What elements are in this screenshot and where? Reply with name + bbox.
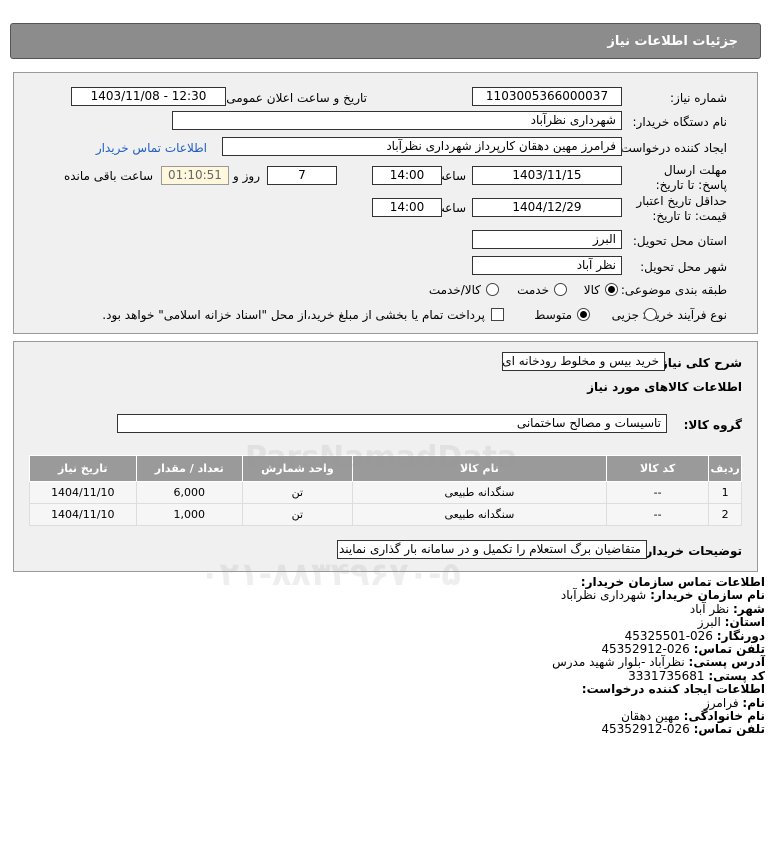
cell-quantity: 1,000 <box>135 503 244 526</box>
creator-label: ایجاد کننده درخواست: <box>616 141 727 155</box>
cell-unit: تن <box>242 503 353 526</box>
buyer-notes-field: متقاضیان برگ استعلام را تکمیل و در سامان… <box>337 540 647 559</box>
address-label: آدرس پستی: <box>688 655 765 670</box>
city-label: شهر محل تحویل: <box>640 260 727 274</box>
col-header-code: کد کالا <box>606 455 710 482</box>
last-name-label: نام خانوادگی: <box>683 709 765 724</box>
process-option-minor: جزیی <box>611 308 639 322</box>
goods-table: ردیف کد کالا نام کالا واحد شمارش تعداد /… <box>29 455 742 526</box>
category-radio-service[interactable] <box>554 283 567 296</box>
group-field: تاسیسات و مصالح ساختمانی <box>117 414 667 433</box>
validity-time-field: 14:00 <box>372 198 442 217</box>
creator-phone-label: تلفن تماس: <box>693 722 765 737</box>
table-row: 1 -- سنگدانه طبیعی تن 6,000 1404/11/10 <box>29 481 742 504</box>
remaining-label: ساعت باقی مانده <box>63 169 153 183</box>
category-radio-goods-service[interactable] <box>486 283 499 296</box>
cell-row-number: 2 <box>708 503 742 526</box>
city-field: نظر آباد <box>472 256 622 275</box>
process-option-medium: متوسط <box>534 308 572 322</box>
deadline-time-field: 14:00 <box>372 166 442 185</box>
need-number-field: 1103005366000037 <box>472 87 622 106</box>
category-option-goods-service: کالا/خدمت <box>428 283 481 297</box>
category-label: طبقه بندی موضوعی: <box>620 283 727 297</box>
contact-province-label: استان: <box>724 615 765 630</box>
col-header-date: تاریخ نیاز <box>29 455 137 482</box>
contact-province: البرز <box>697 615 721 630</box>
cell-date: 1404/11/10 <box>29 481 137 504</box>
days-label: روز و <box>233 169 260 183</box>
buyer-notes-label: توضیحات خریدار: <box>640 544 742 558</box>
buyer-name: شهرداری نظرآباد <box>560 588 647 603</box>
postal: 3331735681 <box>628 668 705 683</box>
group-label: گروه کالا: <box>683 418 742 432</box>
cell-code: -- <box>606 481 710 504</box>
deadline-label: مهلت ارسال پاسخ: تا تاریخ: <box>655 163 727 192</box>
payment-note: پرداخت تمام یا بخشی از مبلغ خرید،از محل … <box>102 308 485 322</box>
first-name-label: نام: <box>742 695 765 710</box>
days-field: 7 <box>267 166 337 185</box>
announce-field: 1403/11/08 - 12:30 <box>71 87 226 106</box>
cell-date: 1404/11/10 <box>29 503 137 526</box>
deadline-date-field: 1403/11/15 <box>472 166 622 185</box>
address: نظرآباد -بلوار شهید مدرس <box>552 655 685 670</box>
org-contact-title: اطلاعات تماس سازمان خریدار: <box>580 575 765 589</box>
fax-label: دورنگار: <box>716 628 765 643</box>
phone-label: تلفن تماس: <box>693 642 765 657</box>
col-header-quantity: تعداد / مقدار <box>135 455 244 482</box>
first-name: فرامرز <box>704 695 739 710</box>
cell-row-number: 1 <box>708 481 742 504</box>
contact-city-label: شهر: <box>733 601 765 616</box>
last-name: مهین دهقان <box>621 709 680 724</box>
need-number-label: شماره نیاز: <box>670 91 727 105</box>
table-header-row: ردیف کد کالا نام کالا واحد شمارش تعداد /… <box>29 455 742 482</box>
validity-date-field: 1404/12/29 <box>472 198 622 217</box>
process-radio-minor[interactable] <box>644 308 657 321</box>
cell-code: -- <box>606 503 710 526</box>
contact-info: اطلاعات تماس سازمان خریدار: نام سازمان خ… <box>5 575 765 737</box>
buyer-label: نام دستگاه خریدار: <box>632 115 728 129</box>
goods-title: اطلاعات کالاهای مورد نیاز <box>587 380 742 394</box>
page-title: جزئيات اطلاعات نياز <box>607 34 738 49</box>
page-header: جزئيات اطلاعات نياز <box>10 23 761 59</box>
buyer-field: شهرداری نظرآباد <box>172 111 622 130</box>
creator-contact-title: اطلاعات ایجاد کننده درخواست: <box>581 682 765 697</box>
desc-field: خرید بیس و مخلوط رودخانه ای <box>502 352 665 371</box>
remaining-timer: 01:10:51 <box>161 166 229 185</box>
treasury-checkbox[interactable] <box>491 308 504 321</box>
postal-label: کد پستی: <box>708 668 765 683</box>
fax: 026-45325501 <box>624 628 713 643</box>
province-label: استان محل تحویل: <box>632 234 727 248</box>
desc-label: شرح کلی نیاز: <box>656 356 742 370</box>
table-row: 2 -- سنگدانه طبیعی تن 1,000 1404/11/10 <box>29 503 742 526</box>
cell-name: سنگدانه طبیعی <box>351 481 608 504</box>
col-header-row-number: ردیف <box>708 455 742 482</box>
contact-city: نظر آباد <box>689 601 730 616</box>
cell-unit: تن <box>242 481 353 504</box>
process-radio-medium[interactable] <box>577 308 590 321</box>
buyer-name-label: نام سازمان خریدار: <box>650 588 765 603</box>
col-header-unit: واحد شمارش <box>242 455 353 482</box>
category-option-goods: کالا <box>583 283 600 297</box>
goods-panel: شرح کلی نیاز: خرید بیس و مخلوط رودخانه ا… <box>13 341 758 572</box>
request-details-panel: شماره نیاز: 1103005366000037 تاریخ و ساع… <box>13 72 758 334</box>
province-field: البرز <box>472 230 622 249</box>
creator-field: فرامرز مهین دهقان کارپرداز شهرداری نظرآب… <box>222 137 622 156</box>
category-radio-goods[interactable] <box>605 283 618 296</box>
creator-phone: 026-45352912 <box>601 722 690 737</box>
announce-label: تاریخ و ساعت اعلان عمومی: <box>222 91 367 105</box>
validity-label: حداقل تاریخ اعتبار قیمت: تا تاریخ: <box>636 194 727 223</box>
col-header-name: نام کالا <box>351 455 608 482</box>
cell-quantity: 6,000 <box>135 481 244 504</box>
buyer-contact-link[interactable]: اطلاعات تماس خریدار <box>96 140 207 156</box>
cell-name: سنگدانه طبیعی <box>351 503 608 526</box>
category-option-service: خدمت <box>517 283 549 297</box>
phone: 026-45352912 <box>601 642 690 657</box>
